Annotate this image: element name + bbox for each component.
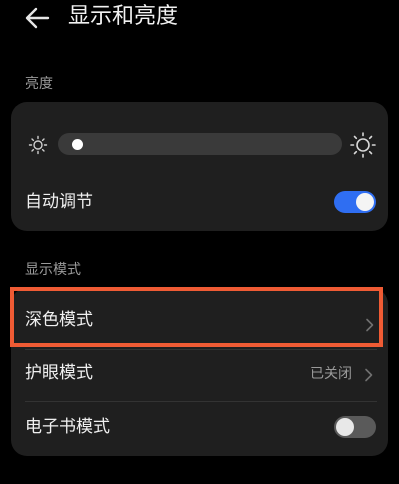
ebook-mode-toggle[interactable] <box>334 416 376 438</box>
auto-adjust-toggle-knob <box>356 193 374 211</box>
row-divider <box>25 401 377 402</box>
brightness-slider-thumb[interactable] <box>71 139 83 150</box>
brightness-slider[interactable] <box>58 133 342 155</box>
page-title: 显示和亮度 <box>68 4 179 29</box>
chevron-right-icon <box>364 367 374 382</box>
eye-comfort-label[interactable]: 护眼模式 <box>25 362 93 384</box>
dark-mode-label[interactable]: 深色模式 <box>25 309 93 331</box>
brightness-section-label: 亮度 <box>25 76 53 92</box>
sun-large-icon <box>349 131 377 159</box>
eye-comfort-status: 已关闭 <box>310 366 352 382</box>
sun-small-icon <box>28 135 48 155</box>
ebook-mode-label: 电子书模式 <box>25 417 110 437</box>
top-bar: 显示和亮度 <box>0 0 399 38</box>
auto-adjust-toggle[interactable] <box>334 191 376 213</box>
chevron-right-icon <box>365 317 375 332</box>
auto-adjust-label: 自动调节 <box>25 192 93 212</box>
back-button[interactable] <box>22 4 52 32</box>
display-mode-section-label: 显示模式 <box>25 262 81 278</box>
row-divider <box>25 349 377 350</box>
back-arrow-icon <box>25 7 50 29</box>
ebook-mode-toggle-knob <box>336 418 354 436</box>
